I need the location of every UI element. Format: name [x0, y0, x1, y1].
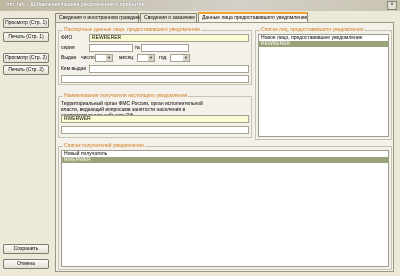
issuer-field-continued[interactable] — [61, 75, 249, 83]
year-select[interactable]: ▼ — [170, 54, 190, 62]
print-page1-button[interactable]: Печать (Стр. 1) — [3, 32, 49, 42]
tab-customer[interactable]: Сведения о заказчике — [140, 13, 197, 22]
chevron-down-icon: ▼ — [148, 55, 154, 61]
fio-label: ФИО — [61, 35, 73, 41]
window-title: frm_fafc - Добавление/правка уведомления… — [6, 2, 145, 8]
title-bar: frm_fafc - Добавление/правка уведомления… — [0, 0, 400, 11]
recipient-legend: Наименование получателя настоящего уведо… — [63, 93, 189, 99]
number-label: № — [135, 45, 141, 51]
tab-notifier-data[interactable]: Данные лица предоставившего уведомление — [198, 12, 308, 22]
save-button[interactable]: Сохранить — [3, 244, 49, 254]
day-select[interactable]: ▼ — [95, 54, 113, 62]
tab-panel: Паспортные данные лица, предоставившего … — [55, 22, 394, 272]
recipient-field[interactable]: RWERWER — [61, 115, 249, 123]
issuer-field[interactable] — [89, 65, 249, 73]
issued-label: Выдан — [61, 55, 77, 61]
passport-legend: Паспортные данные лица, предоставившего … — [63, 27, 202, 33]
fio-field[interactable]: REWRERER — [89, 34, 249, 42]
month-select[interactable]: ▼ — [137, 54, 155, 62]
issuer-label: Кем выдан — [61, 66, 87, 72]
chevron-down-icon: ▼ — [183, 55, 189, 61]
passport-group: Паспортные данные лица, предоставившего … — [58, 27, 252, 85]
recipients-list[interactable]: Новый получатель RWERWER — [61, 150, 389, 267]
preview-page1-button[interactable]: Просмотр (Стр. 1) — [3, 18, 49, 28]
list-item-selected[interactable]: REWRERER — [259, 41, 388, 47]
tab-foreign-citizen[interactable]: Сведения о иностранном гражданине — [55, 13, 147, 22]
persons-list-legend: Список лиц, предоставившего уведомление — [260, 27, 365, 33]
persons-list[interactable]: Новое лицо, предоставившее уведомление R… — [258, 34, 389, 137]
list-item-selected[interactable]: RWERWER — [62, 157, 388, 163]
print-page2-button[interactable]: Печать (Стр. 2) — [3, 65, 49, 75]
month-label: месяц — [119, 55, 134, 61]
number-field[interactable] — [141, 44, 189, 52]
recipient-field-continued[interactable] — [61, 126, 249, 134]
chevron-down-icon: ▼ — [106, 55, 112, 61]
persons-list-group: Список лиц, предоставившего уведомление … — [255, 27, 392, 140]
recipients-list-group: Список получателей уведомления Новый пол… — [58, 143, 392, 270]
cancel-button[interactable]: Отмена — [3, 259, 49, 269]
recipients-list-legend: Список получателей уведомления — [63, 143, 145, 149]
close-icon[interactable]: × — [387, 1, 397, 10]
preview-page2-button[interactable]: Просмотр (Стр. 2) — [3, 53, 49, 63]
year-label: год — [159, 55, 167, 61]
day-label: число — [81, 55, 95, 61]
series-field[interactable] — [89, 44, 133, 52]
recipient-group: Наименование получателя настоящего уведо… — [58, 93, 252, 138]
series-label: серия — [61, 45, 75, 51]
